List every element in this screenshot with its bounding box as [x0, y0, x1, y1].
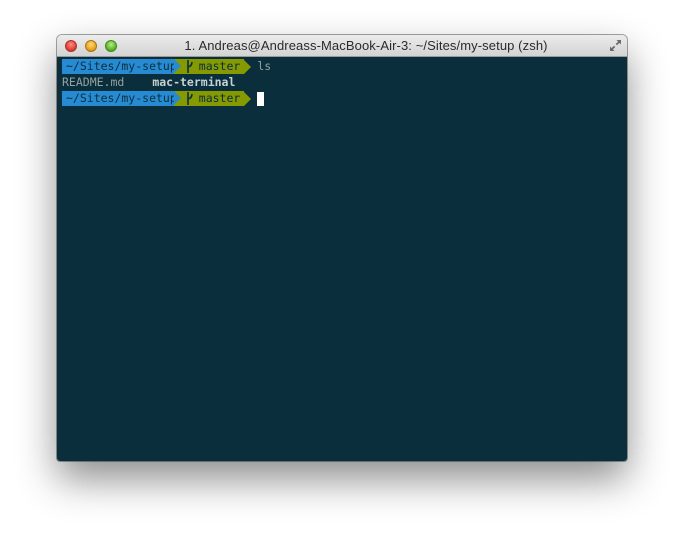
fullscreen-arrows-icon[interactable] [609, 39, 622, 52]
output-line: README.md mac-terminal [62, 75, 235, 90]
close-button[interactable] [65, 40, 77, 52]
window-title: 1. Andreas@Andreass-MacBook-Air-3: ~/Sit… [184, 38, 548, 53]
zoom-button[interactable] [105, 40, 117, 52]
git-branch-icon [186, 92, 193, 105]
command-text: ls [257, 59, 272, 73]
prompt-git-segment: master [173, 59, 245, 74]
prompt-arrow [244, 59, 252, 74]
prompt-directory: ~/Sites/my-setup [62, 59, 181, 74]
prompt-directory: ~/Sites/my-setup [62, 91, 181, 106]
prompt-git-segment: master [173, 91, 245, 106]
prompt-arrow [244, 91, 252, 106]
prompt-branch: master [198, 91, 241, 105]
minimize-button[interactable] [85, 40, 97, 52]
text-cursor [257, 91, 265, 106]
prompt-line: ~/Sites/my-setup master ls [62, 59, 271, 74]
title-bar[interactable]: 1. Andreas@Andreass-MacBook-Air-3: ~/Sit… [57, 35, 627, 57]
git-branch-icon [186, 60, 193, 73]
dir-mac-terminal: mac-terminal [152, 75, 236, 89]
prompt-line: ~/Sites/my-setup master [62, 91, 265, 106]
prompt-branch: master [198, 59, 241, 73]
terminal-window: 1. Andreas@Andreass-MacBook-Air-3: ~/Sit… [57, 35, 627, 461]
file-readme: README.md [62, 75, 125, 89]
terminal-content[interactable]: ~/Sites/my-setup master ls README.md mac-te… [57, 57, 627, 461]
